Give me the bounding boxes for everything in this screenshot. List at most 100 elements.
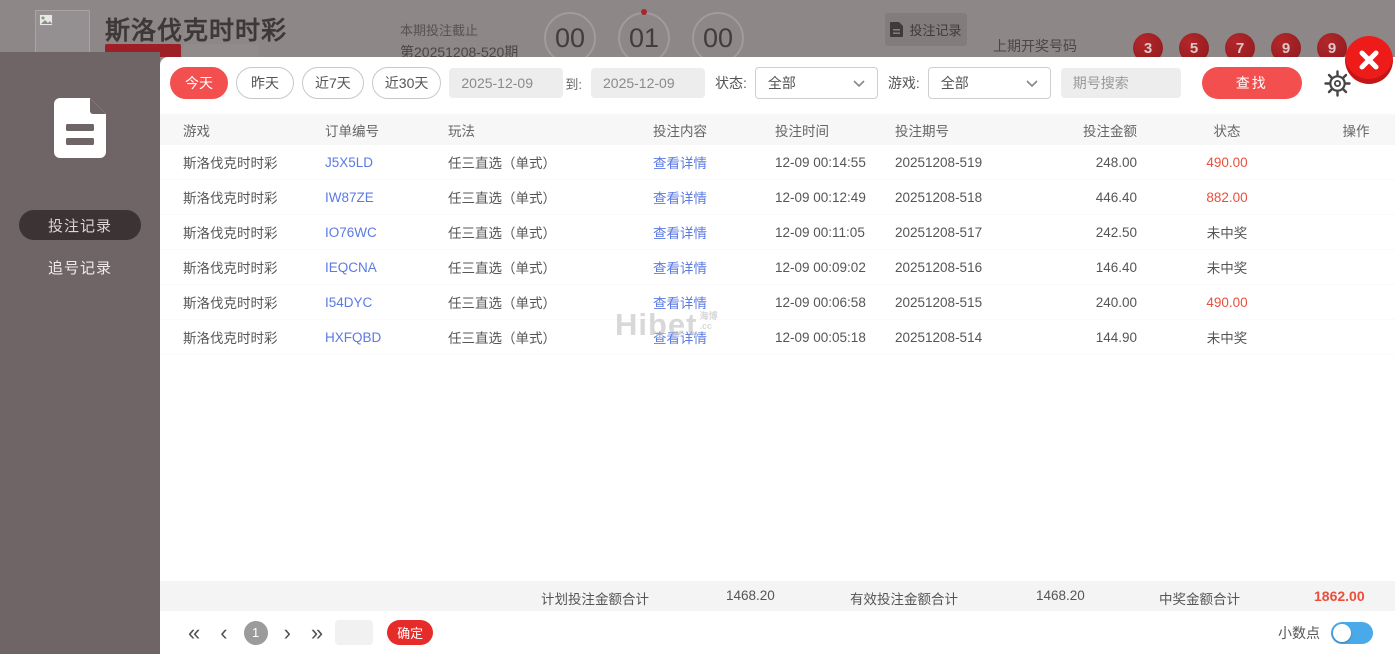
win-total-label: 中奖金额合计 — [1159, 592, 1240, 607]
chevron-down-icon — [853, 79, 865, 87]
cell-play: 任三直选（单式） — [448, 296, 556, 311]
document-icon — [890, 22, 904, 37]
column-header: 游戏 — [183, 123, 210, 139]
table-header-row: 游戏 订单编号 玩法 投注内容 投注时间 投注期号 投注金额 状态 操作 — [160, 114, 1395, 145]
settings-button[interactable] — [1324, 69, 1351, 97]
cell-game: 斯洛伐克时时彩 — [183, 156, 278, 171]
broken-image-icon — [39, 14, 53, 26]
cell-issue: 20251208-516 — [895, 259, 983, 275]
sidebar-item-chase-records[interactable]: 追号记录 — [19, 252, 141, 282]
cell-issue: 20251208-518 — [895, 189, 983, 205]
cell-view-details-link[interactable]: 查看详情 — [653, 327, 775, 347]
column-header: 状态 — [1213, 123, 1241, 139]
cell-time: 12-09 00:11:05 — [775, 224, 865, 240]
column-header: 操作 — [1342, 123, 1370, 139]
cell-order-link[interactable]: J5X5LD — [325, 155, 448, 170]
prev-page-button[interactable]: ‹ — [220, 621, 227, 644]
column-header: 订单编号 — [325, 123, 379, 139]
quick-date-filters: 今天 昨天 近7天 近30天 — [170, 67, 449, 99]
decimal-toggle-switch[interactable] — [1331, 621, 1373, 644]
search-button[interactable]: 查找 — [1201, 67, 1302, 99]
broken-image-placeholder — [35, 10, 90, 57]
column-header: 投注内容 — [653, 123, 707, 139]
cell-play: 任三直选（单式） — [448, 261, 556, 276]
cell-issue: 20251208-514 — [895, 329, 983, 345]
sidebar: 投注记录 追号记录 — [0, 52, 160, 654]
table-row: 斯洛伐克时时彩 HXFQBD 任三直选（单式） 查看详情 12-09 00:05:18 2… — [160, 320, 1395, 355]
cell-view-details-link[interactable]: 查看详情 — [653, 152, 775, 172]
sidebar-item-bet-records[interactable]: 投注记录 — [19, 210, 141, 240]
status-select-value: 全部 — [767, 75, 796, 91]
sidebar-item-label: 追号记录 — [47, 259, 112, 277]
current-issue-label: 第20251208-520期 — [400, 44, 519, 57]
game-select[interactable]: 全部 — [927, 67, 1051, 99]
issue-search-input[interactable] — [1060, 68, 1181, 98]
modal-close-button[interactable] — [1345, 36, 1393, 84]
draw-number-ball: 9 — [1271, 33, 1301, 57]
column-header: 投注时间 — [775, 123, 829, 139]
status-select[interactable]: 全部 — [754, 67, 878, 99]
table-row: 斯洛伐克时时彩 IO76WC 任三直选（单式） 查看详情 12-09 00:11:05 2… — [160, 215, 1395, 250]
date-to-label: 到: — [565, 76, 582, 92]
last-page-button[interactable]: » — [311, 621, 323, 644]
sidebar-item-label: 投注记录 — [47, 217, 112, 235]
quick-filter-近7天[interactable]: 近7天 — [302, 67, 364, 99]
bet-records-modal: 今天昨天近7天近30天 到: 状态: 全部 游戏: 全部 查找 — [160, 57, 1395, 654]
date-from-input[interactable] — [449, 68, 564, 98]
draw-number-ball: 7 — [1225, 33, 1255, 57]
cell-order-link[interactable]: IEQCNA — [325, 260, 448, 275]
page-jump-confirm-button[interactable]: 确定 — [387, 620, 434, 645]
next-page-button[interactable]: › — [284, 621, 291, 644]
quick-filter-昨天[interactable]: 昨天 — [236, 67, 294, 99]
cell-order-link[interactable]: I54DYC — [325, 295, 448, 310]
cell-view-details-link[interactable]: 查看详情 — [653, 292, 775, 312]
valid-total-value: 1468.20 — [1036, 588, 1085, 603]
cell-time: 12-09 00:14:55 — [775, 154, 866, 170]
cell-issue: 20251208-517 — [895, 224, 983, 240]
cell-amount: 242.50 — [1095, 224, 1137, 240]
plan-total-label: 计划投注金额合计 — [541, 592, 649, 607]
cell-view-details-link[interactable]: 查看详情 — [653, 187, 775, 207]
cell-play: 任三直选（单式） — [448, 331, 556, 346]
plan-total-value: 1468.20 — [726, 588, 775, 603]
cell-game: 斯洛伐克时时彩 — [183, 191, 278, 206]
quick-filter-近30天[interactable]: 近30天 — [371, 67, 442, 99]
bet-records-table: 游戏 订单编号 玩法 投注内容 投注时间 投注期号 投注金额 状态 操作 斯洛伐克时时彩 J5X5… — [160, 114, 1395, 355]
chevron-down-icon — [1026, 79, 1038, 87]
cell-status: 未中奖 — [1206, 331, 1248, 346]
cell-amount: 146.40 — [1095, 259, 1137, 275]
cell-order-link[interactable]: IW87ZE — [325, 190, 448, 205]
table-body: 斯洛伐克时时彩 J5X5LD 任三直选（单式） 查看详情 12-09 00:14:55 2… — [160, 145, 1395, 355]
quick-filter-今天[interactable]: 今天 — [170, 67, 228, 99]
last-draw-label: 上期开奖号码 — [993, 38, 1077, 54]
game-select-value: 全部 — [940, 75, 969, 91]
partial-grey-tab[interactable] — [183, 44, 259, 57]
draw-number-ball: 5 — [1179, 33, 1209, 57]
cell-issue: 20251208-519 — [895, 154, 983, 170]
cell-view-details-link[interactable]: 查看详情 — [653, 222, 775, 242]
cell-time: 12-09 00:05:18 — [775, 329, 866, 345]
cell-status: 490.00 — [1206, 294, 1248, 310]
cell-status: 490.00 — [1206, 154, 1248, 170]
column-header: 投注金额 — [1083, 123, 1137, 139]
date-to-input[interactable] — [591, 68, 705, 98]
countdown-circle: 00 — [544, 12, 596, 57]
cell-amount: 248.00 — [1095, 154, 1137, 170]
game-filter-label: 游戏: — [887, 75, 920, 91]
top-bar: 斯洛伐克时时彩 本期投注截止 第20251208-520期 00 01 00 投注记… — [0, 0, 1395, 57]
toggle-knob — [1333, 623, 1351, 642]
win-total-value: 1862.00 — [1314, 588, 1365, 604]
countdown-timer: 00 01 00 — [544, 9, 744, 57]
current-page-badge[interactable]: 1 — [243, 620, 268, 645]
page-jump-input[interactable] — [335, 620, 374, 645]
cell-view-details-link[interactable]: 查看详情 — [653, 257, 775, 277]
cell-order-link[interactable]: IO76WC — [325, 225, 448, 240]
first-page-button[interactable]: « — [188, 621, 200, 644]
cell-status: 未中奖 — [1206, 226, 1248, 241]
cell-time: 12-09 00:09:02 — [775, 259, 866, 275]
bet-record-button[interactable]: 投注记录 — [885, 13, 967, 46]
cell-status: 未中奖 — [1206, 261, 1248, 276]
cell-game: 斯洛伐克时时彩 — [183, 296, 278, 311]
cell-order-link[interactable]: HXFQBD — [325, 330, 448, 345]
filter-bar: 今天昨天近7天近30天 到: 状态: 全部 游戏: 全部 查找 — [160, 66, 1395, 100]
